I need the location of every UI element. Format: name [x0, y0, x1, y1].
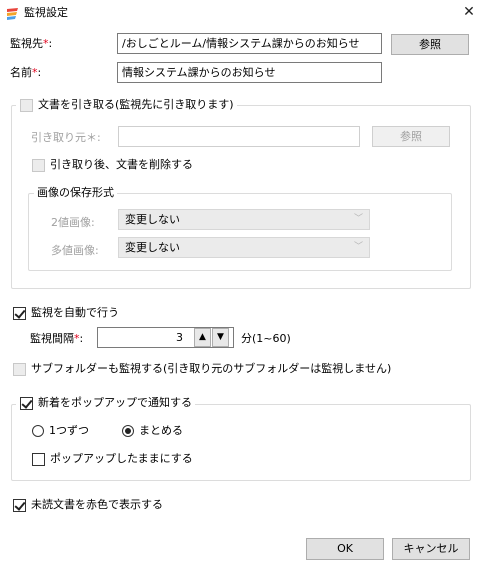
- name-label: 名前*:: [10, 66, 42, 79]
- window-title: 監視設定: [24, 6, 68, 19]
- source-input[interactable]: [118, 126, 360, 147]
- keep-popup-label: ポップアップしたままにする: [50, 452, 193, 465]
- interval-label: 監視間隔*:: [30, 332, 84, 345]
- spin-up-button[interactable]: ▲: [194, 328, 211, 347]
- cancel-button[interactable]: キャンセル: [392, 538, 470, 560]
- popup-checkbox[interactable]: [20, 397, 33, 410]
- delete-after-label: 引き取り後、文書を削除する: [50, 158, 193, 171]
- fetch-checkbox[interactable]: [20, 99, 33, 112]
- keep-popup-checkbox[interactable]: [32, 453, 45, 466]
- popup-group: [11, 404, 471, 481]
- multi-image-select[interactable]: 変更しない ﹀: [118, 237, 370, 258]
- ok-button[interactable]: OK: [306, 538, 384, 560]
- one-by-one-label: 1つずつ: [49, 424, 89, 437]
- subfolder-label: サブフォルダーも監視する(引き取り元のサブフォルダーは監視しません): [31, 362, 392, 375]
- binary-image-value: 変更しない: [125, 213, 180, 226]
- unread-red-checkbox[interactable]: [13, 499, 26, 512]
- binary-image-label: 2値画像:: [51, 216, 95, 229]
- source-label: 引き取り元＊:: [31, 131, 101, 144]
- auto-watch-label: 監視を自動で行う: [31, 306, 119, 319]
- together-label: まとめる: [139, 424, 183, 437]
- subfolder-checkbox[interactable]: [13, 363, 26, 376]
- one-by-one-radio[interactable]: [32, 425, 44, 437]
- image-format-title: 画像の保存形式: [34, 186, 117, 200]
- binary-image-select[interactable]: 変更しない ﹀: [118, 209, 370, 230]
- app-icon: [6, 7, 20, 21]
- fetch-checkbox-label: 文書を引き取る(監視先に引き取ります): [16, 98, 237, 112]
- watch-target-label: 監視先*:: [10, 37, 53, 50]
- multi-image-value: 変更しない: [125, 241, 180, 254]
- watch-target-browse-button[interactable]: 参照: [391, 34, 469, 55]
- popup-checkbox-label: 新着をポップアップで通知する: [16, 396, 195, 410]
- image-format-group: [28, 193, 452, 271]
- auto-watch-checkbox[interactable]: [13, 307, 26, 320]
- close-icon[interactable]: ✕: [460, 3, 478, 21]
- spin-down-button[interactable]: ▼: [212, 328, 229, 347]
- chevron-down-icon: ﹀: [353, 242, 363, 252]
- source-browse-button[interactable]: 参照: [372, 126, 450, 147]
- interval-unit: 分(1~60): [241, 332, 291, 345]
- chevron-down-icon: ﹀: [353, 214, 363, 224]
- unread-red-label: 未読文書を赤色で表示する: [31, 498, 163, 511]
- multi-image-label: 多値画像:: [51, 244, 99, 257]
- watch-target-input[interactable]: /おしごとルーム/情報システム課からのお知らせ: [117, 33, 382, 54]
- name-input[interactable]: 情報システム課からのお知らせ: [117, 62, 382, 83]
- together-radio[interactable]: [122, 425, 134, 437]
- delete-after-checkbox[interactable]: [32, 159, 45, 172]
